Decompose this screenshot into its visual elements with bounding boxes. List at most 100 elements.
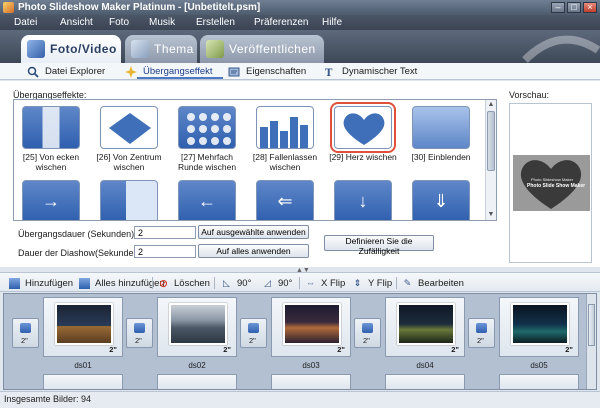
- arrow-left-icon: ⇐: [277, 191, 293, 211]
- slide-item[interactable]: 2": [385, 297, 465, 357]
- slide-duration: 2": [565, 345, 573, 354]
- menu-foto[interactable]: Foto: [109, 17, 129, 28]
- add-all-button-label: Alles hinzufügen: [95, 277, 165, 289]
- delete-icon: ⊘: [158, 277, 169, 290]
- subtab-dynamischer-text-label: Dynamischer Text: [342, 66, 418, 77]
- transition-thumb-selected: [330, 102, 396, 153]
- scrollbar-thumb[interactable]: [588, 304, 595, 346]
- publish-icon: [206, 40, 224, 58]
- transition-item-32[interactable]: [92, 180, 166, 220]
- slide-item[interactable]: 2": [499, 297, 579, 357]
- transition-caption: [26] Von Zentrum wischen: [96, 152, 162, 172]
- slide-label: ds04: [416, 361, 434, 370]
- transition-item-35[interactable]: ↓: [326, 180, 400, 220]
- transition-item-34[interactable]: ⇐: [248, 180, 322, 220]
- transition-item-28[interactable]: [28] Fallenlassen wischen: [248, 106, 322, 172]
- menu-musik[interactable]: Musik: [149, 17, 175, 28]
- minimize-button[interactable]: –: [551, 2, 565, 13]
- slide-label: ds05: [530, 361, 548, 370]
- tab-veroeffentlichen[interactable]: Veröffentlichen: [200, 35, 324, 63]
- slide-item-row2[interactable]: [385, 374, 465, 389]
- xflip-button[interactable]: ⇔ X Flip: [305, 276, 345, 290]
- transition-item-26[interactable]: [26] Von Zentrum wischen: [92, 106, 166, 172]
- rotate-left-label: 90°: [237, 277, 252, 289]
- transition-item-36[interactable]: ⇓: [404, 180, 478, 220]
- transition-item-25[interactable]: [25] Von ecken wischen: [14, 106, 88, 172]
- scroll-down-icon[interactable]: ▼: [486, 210, 496, 220]
- transition-duration-input[interactable]: [134, 226, 196, 239]
- tab-foto-video[interactable]: Foto/Video: [21, 35, 121, 63]
- apply-all-button[interactable]: Auf alles anwenden: [198, 244, 309, 258]
- menu-hilfe[interactable]: Hilfe: [322, 17, 342, 28]
- menu-datei[interactable]: Datei: [14, 17, 37, 28]
- transition-item-29[interactable]: [29] Herz wischen: [326, 102, 400, 162]
- edit-button[interactable]: ✎ Bearbeiten: [402, 276, 464, 290]
- preview-text-line2: Photo Slide Show Maker: [527, 183, 586, 189]
- subtab-eigenschaften[interactable]: Eigenschaften: [228, 65, 306, 78]
- slide-item[interactable]: 2": [271, 297, 351, 357]
- transition-item-27[interactable]: [27] Mehrfach Runde wischen: [170, 106, 244, 172]
- transition-thumb: [100, 106, 158, 149]
- transition-duration: 2": [135, 336, 142, 345]
- arrow-left-icon: ←: [198, 191, 216, 211]
- transition-duration-row: Übergangsdauer (Sekunden): Auf ausgewähl…: [18, 225, 309, 239]
- transition-item-31[interactable]: →: [14, 180, 88, 220]
- active-subtab-indicator: [137, 77, 223, 79]
- toolbar-separator: [214, 277, 215, 289]
- storyboard: 2" 2" ds01 2" 2" ds02 2" 2" ds03 2" 2" d…: [3, 293, 597, 390]
- transition-thumb: [100, 180, 158, 220]
- rotate-left-button[interactable]: ◺ 90°: [221, 276, 251, 290]
- slide-item[interactable]: 2": [43, 297, 123, 357]
- slide-duration: 2": [337, 345, 345, 354]
- transition-mini-icon: [134, 323, 145, 333]
- subtab-dynamischer-text[interactable]: T Dynamischer Text: [324, 65, 417, 78]
- subtab-uebergangseffekt-label: Übergangseffekt: [143, 66, 213, 77]
- storyboard-transition[interactable]: 2": [468, 318, 495, 348]
- close-button[interactable]: ×: [583, 2, 597, 13]
- add-button[interactable]: Hinzufügen: [9, 276, 73, 290]
- storyboard-transition[interactable]: 2": [126, 318, 153, 348]
- storyboard-scrollbar[interactable]: [586, 294, 596, 389]
- sparkle-icon: [125, 65, 137, 78]
- maximize-button[interactable]: □: [567, 2, 581, 13]
- transition-item-30[interactable]: [30] Einblenden: [404, 106, 478, 162]
- transition-item-33[interactable]: ←: [170, 180, 244, 220]
- toolbar-separator: [396, 277, 397, 289]
- tab-thema[interactable]: Thema: [125, 35, 197, 63]
- slide-item-row2[interactable]: [43, 374, 123, 389]
- slide-duration: 2": [451, 345, 459, 354]
- storyboard-transition[interactable]: 2": [240, 318, 267, 348]
- transition-scrollbar[interactable]: ▲ ▼: [485, 100, 496, 220]
- menu-praeferenzen[interactable]: Präferenzen: [254, 17, 308, 28]
- slide-label: ds03: [302, 361, 320, 370]
- scroll-up-icon[interactable]: ▲: [486, 100, 496, 110]
- toolbar-separator: [299, 277, 300, 289]
- slide-item[interactable]: 2": [157, 297, 237, 357]
- slide-item-row2[interactable]: [271, 374, 351, 389]
- menu-ansicht[interactable]: Ansicht: [60, 17, 93, 28]
- slide-item-row2[interactable]: [157, 374, 237, 389]
- apply-selected-button[interactable]: Auf ausgewählte anwenden: [198, 225, 309, 239]
- storyboard-transition[interactable]: 2": [12, 318, 39, 348]
- status-bar: Insgesamte Bilder: 94: [0, 391, 600, 408]
- storyboard-toolbar: Hinzufügen Alles hinzufügen ⊘ Löschen ◺ …: [0, 272, 600, 292]
- slideshow-duration-input[interactable]: [134, 245, 196, 258]
- preview-label: Vorschau:: [509, 90, 550, 100]
- delete-button[interactable]: ⊘ Löschen: [158, 276, 210, 290]
- transition-duration-label: Übergangsdauer (Sekunden):: [18, 229, 137, 239]
- menu-erstellen[interactable]: Erstellen: [196, 17, 235, 28]
- rotate-right-button[interactable]: ◿ 90°: [262, 276, 292, 290]
- storyboard-transition[interactable]: 2": [354, 318, 381, 348]
- flip-vertical-icon: ⇕: [353, 277, 362, 288]
- add-all-icon: [79, 277, 90, 289]
- subtab-datei-explorer[interactable]: Datei Explorer: [27, 65, 105, 78]
- slide-item-row2[interactable]: [499, 374, 579, 389]
- preview-text-line1: Photo Slideshow Maker: [531, 177, 574, 182]
- yflip-button[interactable]: ⇕ Y Flip: [352, 276, 392, 290]
- transition-duration: 2": [21, 336, 28, 345]
- scrollbar-thumb[interactable]: [487, 111, 495, 171]
- main-tab-band: Foto/Video Thema Veröffentlichen: [0, 30, 600, 63]
- edit-icon: ✎: [403, 277, 412, 288]
- define-randomness-button[interactable]: Definieren Sie die Zufälligkeit: [324, 235, 434, 256]
- slide-photo: [55, 303, 113, 345]
